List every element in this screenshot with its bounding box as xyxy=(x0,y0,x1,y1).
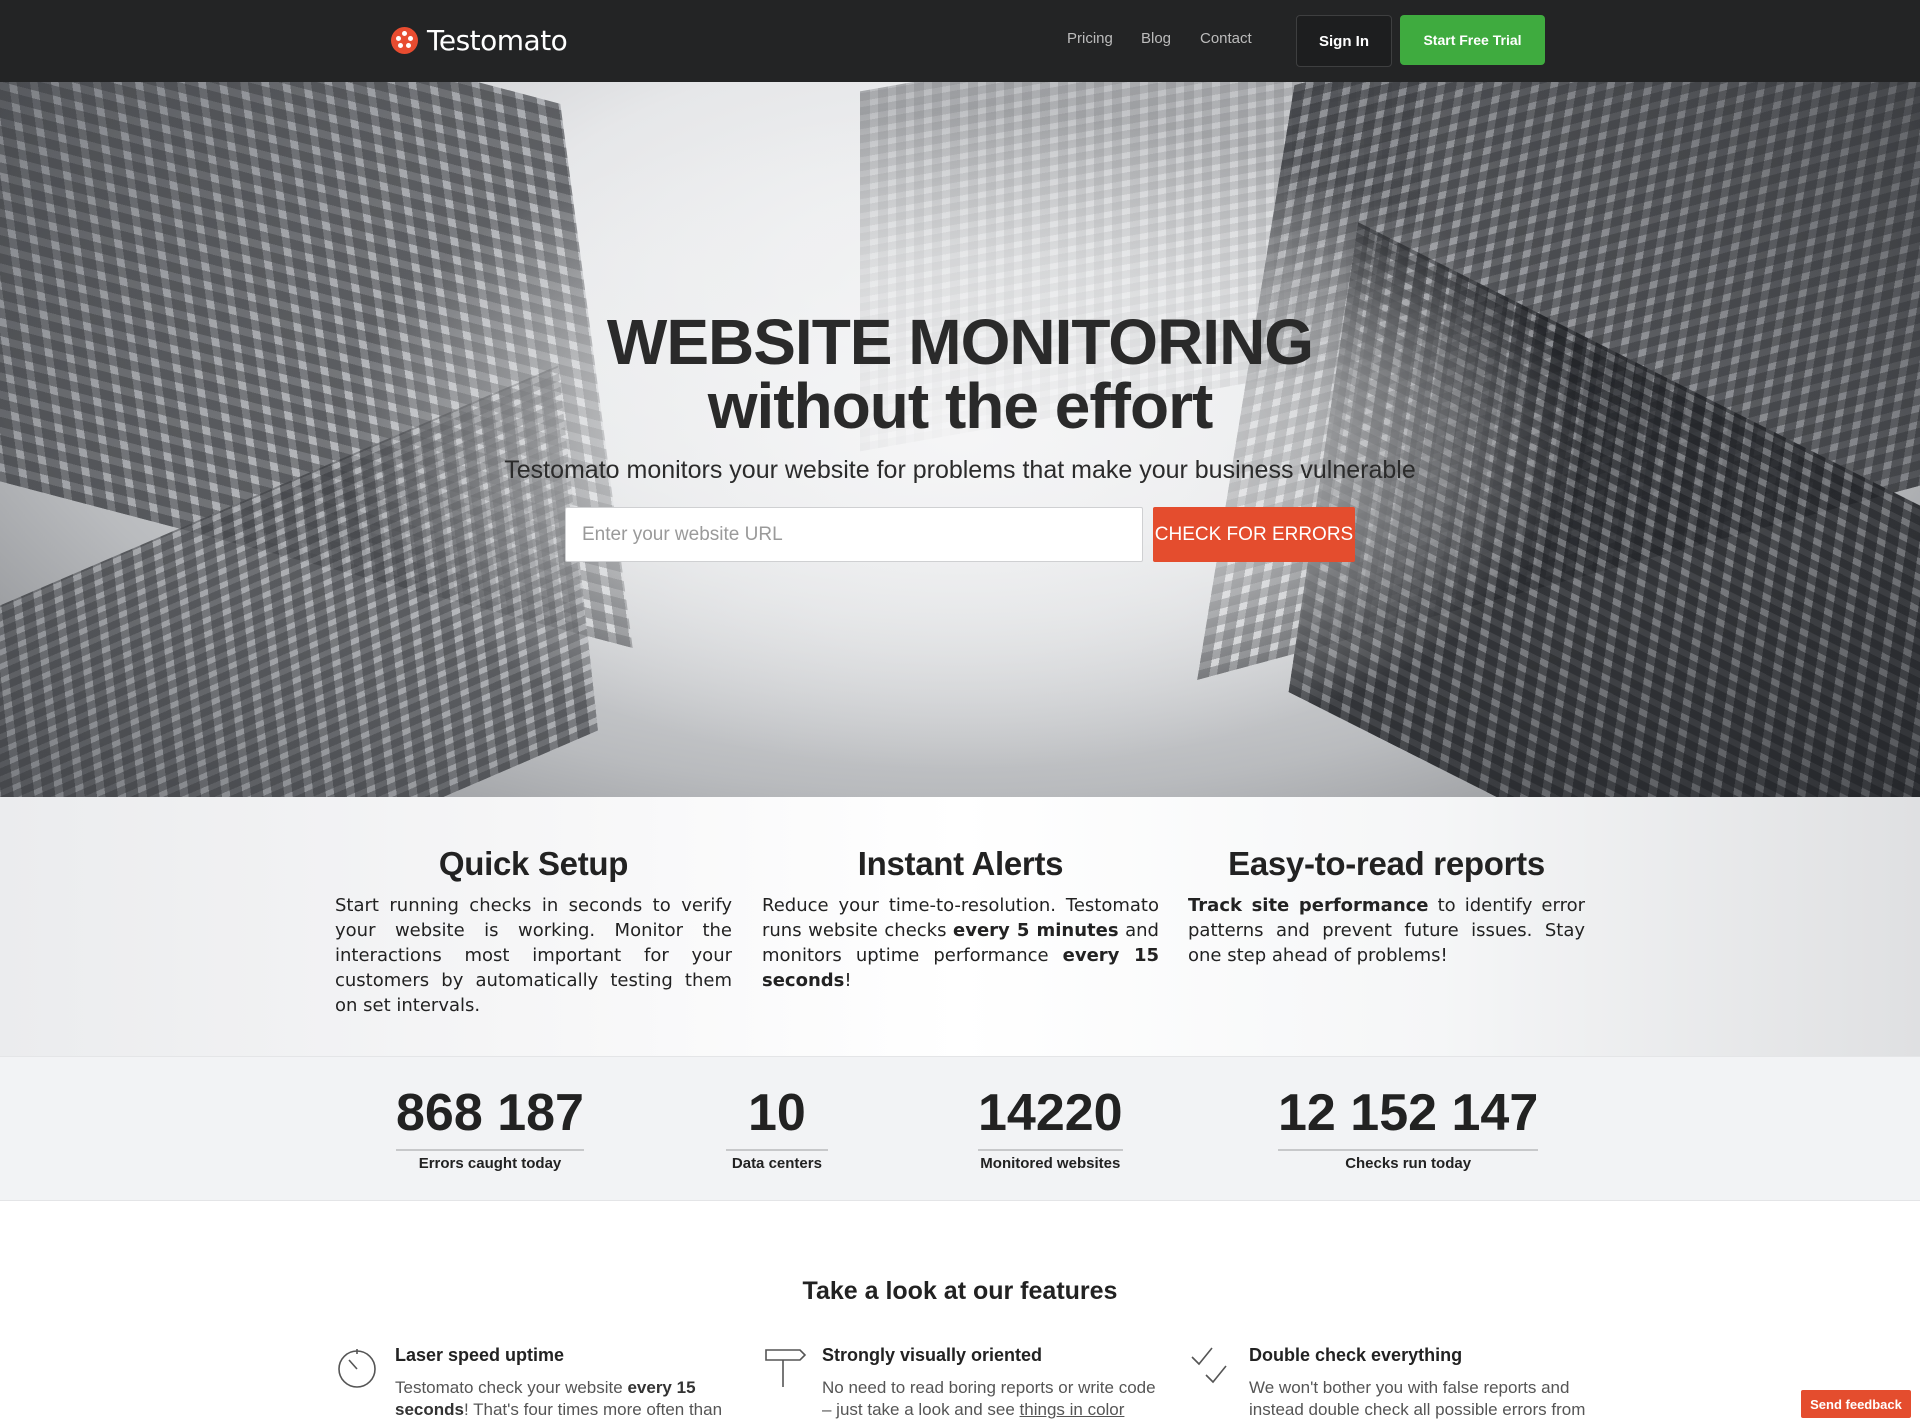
signpost-icon xyxy=(765,1349,807,1387)
start-free-trial-button[interactable]: Start Free Trial xyxy=(1400,15,1545,65)
stat-value: 14220 xyxy=(978,1083,1123,1151)
stat-label: Errors caught today xyxy=(418,1155,562,1172)
pillar-easy-reports: Easy-to-read reports Track site performa… xyxy=(1188,845,1585,968)
nav-link-contact[interactable]: Contact xyxy=(1200,30,1252,47)
top-navbar: Testomato Pricing Blog Contact Sign In S… xyxy=(0,0,1920,82)
hero-title: WEBSITE MONITORING xyxy=(606,306,1314,378)
pillar-title: Instant Alerts xyxy=(857,845,1064,882)
nav-link-blog[interactable]: Blog xyxy=(1141,30,1171,47)
pillar-title: Easy-to-read reports xyxy=(1228,845,1545,882)
feature-title: Laser speed uptime xyxy=(395,1345,565,1365)
stat-label: Monitored websites xyxy=(980,1155,1121,1172)
website-url-input[interactable] xyxy=(565,507,1143,562)
tomato-logo-icon xyxy=(391,26,418,54)
check-for-errors-button[interactable]: CHECK FOR ERRORS xyxy=(1153,507,1355,562)
pillar-text: Track site performance to identify error… xyxy=(1188,895,1585,966)
feature-title: Double check everything xyxy=(1249,1345,1463,1365)
pillar-instant-alerts: Instant Alerts Reduce your time-to-resol… xyxy=(762,845,1159,993)
stat-data-centers: 10 Data centers xyxy=(726,1083,828,1172)
features-heading: Take a look at our features xyxy=(802,1277,1118,1305)
pillar-quick-setup: Quick Setup Start running checks in seco… xyxy=(335,845,732,1018)
hero-title-second-line: without the effort xyxy=(707,370,1214,442)
pillar-text: Start running checks in seconds to verif… xyxy=(335,895,732,1016)
feature-title: Strongly visually oriented xyxy=(822,1345,1043,1365)
feature-text: We won't bother you with false reports a… xyxy=(1249,1378,1586,1419)
nav-link-pricing[interactable]: Pricing xyxy=(1067,30,1113,47)
value-props-section: Quick Setup Start running checks in seco… xyxy=(0,797,1920,1056)
stat-value: 868 187 xyxy=(396,1083,584,1151)
double-check-icon xyxy=(1191,1347,1227,1384)
stat-monitored-websites: 14220 Monitored websites xyxy=(978,1083,1123,1172)
pillar-text: Reduce your time-to-resolution. Testomat… xyxy=(762,895,1160,991)
send-feedback-button[interactable]: Send feedback xyxy=(1801,1390,1911,1418)
stats-bar: 868 187 Errors caught today 10 Data cent… xyxy=(0,1056,1920,1201)
logo[interactable]: Testomato xyxy=(391,23,568,57)
stat-value: 12 152 147 xyxy=(1278,1083,1539,1151)
feature-text: Testomato check your website every 15 se… xyxy=(395,1378,723,1419)
stat-value: 10 xyxy=(726,1083,828,1151)
stopwatch-icon xyxy=(338,1349,376,1388)
hero-subtitle: Testomato monitors your website for prob… xyxy=(504,456,1416,484)
sign-in-button[interactable]: Sign In xyxy=(1296,15,1392,67)
logo-text: Testomato xyxy=(427,23,568,57)
things-in-color-link[interactable]: things in color xyxy=(1020,1400,1125,1419)
stat-checks-run: 12 152 147 Checks run today xyxy=(1278,1083,1539,1172)
feature-text: No need to read boring reports or write … xyxy=(822,1378,1156,1419)
stat-errors-caught: 868 187 Errors caught today xyxy=(396,1083,584,1172)
pillar-title: Quick Setup xyxy=(438,845,629,882)
stat-label: Checks run today xyxy=(1345,1155,1472,1172)
stat-label: Data centers xyxy=(731,1155,822,1172)
